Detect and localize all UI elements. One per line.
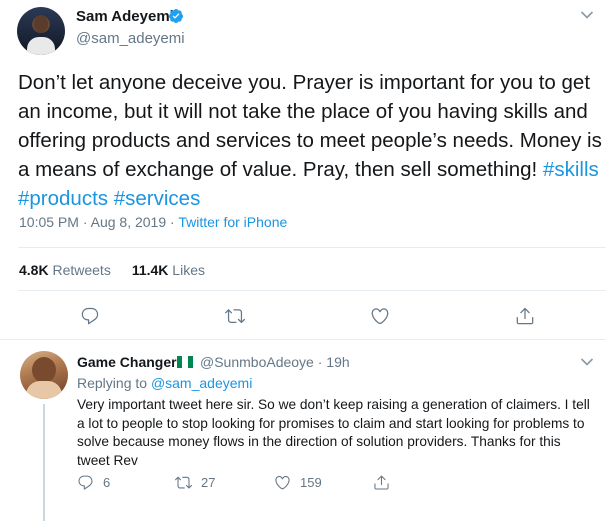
like-icon	[275, 475, 290, 490]
tweet-text: Don’t let anyone deceive you. Prayer is …	[18, 68, 603, 213]
chevron-down-icon[interactable]	[580, 357, 594, 367]
verified-badge-icon	[168, 9, 183, 23]
thread-line	[43, 404, 45, 521]
reply-handle-and-time: @SunmboAdeoye · 19h	[200, 354, 350, 370]
likes-label: Likes	[168, 262, 205, 278]
likes-stat[interactable]: 11.4K Likes	[132, 262, 205, 278]
reply-count: 6	[103, 475, 111, 490]
tweet-body-text: Don’t let anyone deceive you. Prayer is …	[18, 71, 602, 181]
reply-retweet-action[interactable]: 27	[175, 474, 215, 491]
reply-author-avatar[interactable]	[20, 351, 68, 399]
reply-icon[interactable]	[80, 306, 100, 326]
like-icon[interactable]	[370, 306, 390, 326]
reply-time[interactable]: 19h	[326, 354, 349, 370]
hashtag-link[interactable]: #skills	[543, 158, 599, 181]
replying-to: Replying to @sam_adeyemi	[77, 375, 252, 391]
retweets-label: Retweets	[48, 262, 111, 278]
reply-icon	[78, 475, 93, 490]
retweets-stat[interactable]: 4.8K Retweets	[19, 262, 111, 278]
tweet-date[interactable]: Aug 8, 2019	[91, 214, 167, 230]
tweet-meta: 10:05 PM · Aug 8, 2019 · Twitter for iPh…	[19, 214, 287, 230]
share-icon	[374, 475, 389, 490]
tweet-stats: 4.8K Retweets 11.4K Likes	[19, 262, 205, 278]
reply-text: Very important tweet here sir. So we don…	[77, 397, 590, 468]
likes-count: 11.4K	[131, 262, 169, 278]
meta-separator: ·	[313, 354, 327, 370]
tweet-source-link[interactable]: Twitter for iPhone	[178, 214, 287, 230]
divider	[0, 339, 606, 340]
author-avatar[interactable]	[17, 7, 65, 55]
hashtag-link[interactable]: #products	[18, 187, 108, 210]
tweet-time[interactable]: 10:05 PM	[19, 214, 79, 230]
reply-reply-action[interactable]: 6	[77, 474, 110, 491]
author-handle[interactable]: @sam_adeyemi	[76, 30, 185, 47]
hashtag-link[interactable]: #services	[114, 187, 201, 210]
divider	[18, 290, 606, 291]
reply-share-action[interactable]	[373, 474, 399, 491]
chevron-down-icon[interactable]	[580, 10, 594, 20]
replying-to-link[interactable]: @sam_adeyemi	[151, 375, 252, 391]
author-name[interactable]: Sam Adeyemi	[76, 8, 174, 25]
divider	[18, 247, 606, 248]
reply-author-name[interactable]: Game Changer	[77, 354, 177, 370]
reply-like-action[interactable]: 159	[274, 474, 322, 491]
retweet-icon[interactable]	[225, 306, 245, 326]
retweet-icon	[175, 476, 192, 489]
share-icon[interactable]	[515, 306, 535, 326]
reply-like-count: 159	[300, 475, 322, 490]
meta-separator: ·	[166, 214, 179, 230]
nigeria-flag-icon	[177, 356, 193, 368]
replying-prefix: Replying to	[77, 375, 151, 391]
reply-retweet-count: 27	[201, 475, 216, 490]
retweets-count: 4.8K	[19, 262, 49, 278]
meta-separator: ·	[78, 214, 91, 230]
reply-author-handle[interactable]: @SunmboAdeoye	[200, 354, 314, 370]
